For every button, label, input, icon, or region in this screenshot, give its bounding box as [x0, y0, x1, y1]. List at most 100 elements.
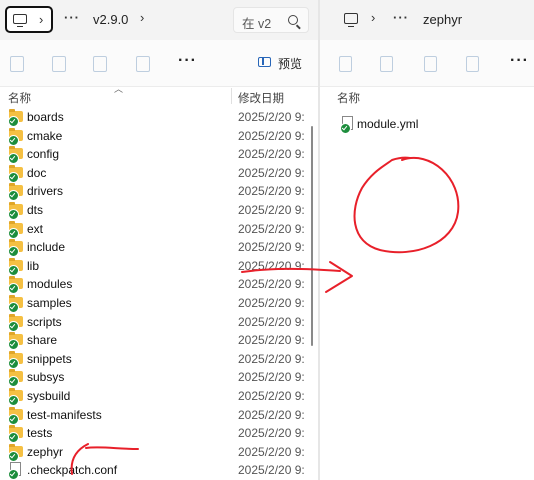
- cut-icon[interactable]: [10, 56, 24, 72]
- file-name: snippets: [27, 351, 72, 366]
- share-icon[interactable]: [93, 56, 107, 72]
- list-item[interactable]: doc 2025/2/20 9:: [0, 164, 310, 183]
- file-name: ext: [27, 221, 44, 236]
- sync-status-icon: [8, 190, 19, 202]
- list-item[interactable]: samples 2025/2/20 9:: [0, 295, 310, 313]
- list-item[interactable]: tests 2025/2/20 9:: [0, 425, 310, 444]
- sync-status-icon: [8, 339, 19, 351]
- file-name: samples: [27, 296, 72, 310]
- sync-status-icon: [8, 153, 19, 165]
- copy-icon[interactable]: [380, 56, 393, 72]
- sync-status-icon: [8, 357, 19, 369]
- list-item[interactable]: include 2025/2/20 9:: [0, 239, 310, 258]
- copy-icon[interactable]: [52, 56, 66, 72]
- file-name: scripts: [27, 314, 62, 329]
- more-options-button[interactable]: ···: [510, 52, 529, 70]
- monitor-icon: [13, 14, 27, 27]
- column-header-name[interactable]: 名称: [8, 90, 31, 106]
- column-header-name[interactable]: 名称: [337, 90, 360, 106]
- file-name: lib: [27, 258, 40, 273]
- list-item[interactable]: cmake 2025/2/20 9:: [0, 127, 310, 146]
- list-item[interactable]: share 2025/2/20 9:: [0, 332, 310, 351]
- file-name: doc: [27, 165, 47, 180]
- file-name: .checkpatch.conf: [27, 463, 118, 478]
- search-placeholder: 在 v2: [242, 17, 272, 31]
- chevron-right-icon[interactable]: ›: [140, 10, 144, 25]
- share-icon[interactable]: [424, 56, 437, 72]
- left-explorer-pane: › ··· v2.9.0 › 在 v2 ··· 预览 ︿ 名称 修改日期 boa…: [0, 0, 318, 480]
- chevron-right-icon[interactable]: ›: [371, 10, 375, 25]
- modified-date: 2025/2/20 9:: [238, 407, 305, 422]
- more-options-button[interactable]: ···: [178, 52, 197, 70]
- vertical-scrollbar[interactable]: [311, 126, 313, 346]
- list-item[interactable]: snippets 2025/2/20 9:: [0, 350, 310, 369]
- list-item[interactable]: boards 2025/2/20 9:: [0, 109, 310, 127]
- modified-date: 2025/2/20 9:: [238, 333, 305, 348]
- cut-icon[interactable]: [339, 56, 352, 72]
- modified-date: 2025/2/20 9:: [238, 296, 305, 310]
- modified-date: 2025/2/20 9:: [238, 444, 305, 459]
- column-header-modified[interactable]: 修改日期: [238, 90, 284, 106]
- file-name: modules: [27, 277, 73, 292]
- modified-date: 2025/2/20 9:: [238, 314, 305, 329]
- breadcrumb-v2-9-0[interactable]: v2.9.0: [93, 12, 128, 27]
- sync-status-icon: [8, 376, 19, 388]
- delete-icon[interactable]: [466, 56, 479, 72]
- file-name: config: [27, 147, 60, 162]
- this-pc-button[interactable]: ›: [5, 6, 53, 33]
- breadcrumb-zephyr[interactable]: zephyr: [423, 12, 462, 27]
- list-item[interactable]: zephyr 2025/2/20 9:: [0, 443, 310, 462]
- file-name: include: [27, 240, 66, 255]
- modified-date: 2025/2/20 9:: [238, 463, 305, 478]
- search-icon: [288, 15, 298, 25]
- delete-icon[interactable]: [136, 56, 150, 72]
- file-name: test-manifests: [27, 407, 102, 422]
- sync-status-icon: [8, 227, 19, 239]
- modified-date: 2025/2/20 9:: [238, 221, 305, 236]
- preview-label: 预览: [278, 57, 303, 71]
- sort-up-icon: ︿: [114, 84, 124, 94]
- list-item[interactable]: config 2025/2/20 9:: [0, 146, 310, 165]
- list-item[interactable]: .checkpatch.conf 2025/2/20 9:: [0, 462, 310, 480]
- search-input[interactable]: 在 v2: [233, 7, 309, 33]
- sync-status-icon: [8, 171, 19, 183]
- column-divider[interactable]: [231, 88, 232, 104]
- list-item[interactable]: sysbuild 2025/2/20 9:: [0, 388, 310, 406]
- modified-date: 2025/2/20 9:: [238, 389, 305, 403]
- preview-pane-icon: [258, 57, 271, 67]
- sync-status-icon: [8, 450, 19, 462]
- sync-status-icon: [8, 283, 19, 295]
- sync-status-icon: [8, 246, 19, 258]
- chevron-right-icon: ›: [39, 12, 44, 27]
- list-item[interactable]: lib 2025/2/20 9:: [0, 257, 310, 276]
- list-item[interactable]: modules 2025/2/20 9:: [0, 276, 310, 295]
- modified-date: 2025/2/20 9:: [238, 184, 305, 199]
- list-item[interactable]: scripts 2025/2/20 9:: [0, 313, 310, 332]
- modified-date: 2025/2/20 9:: [238, 426, 305, 441]
- modified-date: 2025/2/20 9:: [238, 277, 305, 292]
- list-item[interactable]: test-manifests 2025/2/20 9:: [0, 406, 310, 425]
- modified-date: 2025/2/20 9:: [238, 147, 305, 162]
- modified-date: 2025/2/20 9:: [238, 240, 305, 255]
- modified-date: 2025/2/20 9:: [238, 110, 305, 124]
- list-item[interactable]: ext 2025/2/20 9:: [0, 220, 310, 239]
- sync-status-icon: [8, 134, 19, 146]
- list-item[interactable]: subsys 2025/2/20 9:: [0, 369, 310, 388]
- file-name: zephyr: [27, 444, 64, 459]
- more-locations-button[interactable]: ···: [393, 10, 409, 25]
- list-item[interactable]: module.yml: [320, 116, 530, 134]
- list-item[interactable]: drivers 2025/2/20 9:: [0, 183, 310, 202]
- modified-date: 2025/2/20 9:: [238, 165, 305, 180]
- file-name: drivers: [27, 184, 64, 199]
- modified-date: 2025/2/20 9:: [238, 203, 305, 217]
- sync-status-icon: [8, 302, 19, 313]
- file-name: share: [27, 333, 58, 348]
- address-bar: › ··· v2.9.0 › 在 v2: [0, 0, 318, 40]
- file-name: sysbuild: [27, 389, 71, 403]
- list-item[interactable]: dts 2025/2/20 9:: [0, 202, 310, 220]
- sync-status-icon: [8, 395, 19, 406]
- monitor-icon[interactable]: [344, 13, 358, 27]
- more-locations-button[interactable]: ···: [64, 10, 80, 25]
- file-name: subsys: [27, 370, 65, 385]
- sync-status-icon: [8, 413, 19, 425]
